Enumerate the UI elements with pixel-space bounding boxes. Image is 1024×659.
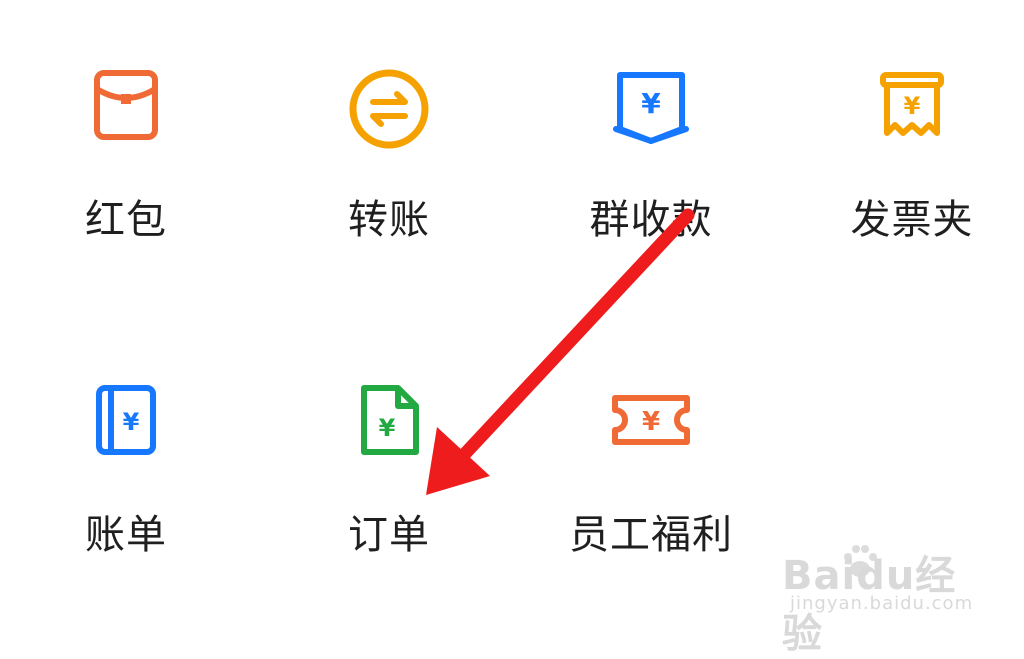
watermark-url: jingyan.baidu.com (790, 593, 974, 614)
grid-item-order[interactable]: ¥ 订单 (289, 370, 489, 570)
employee-benefit-icon: ¥ (609, 390, 693, 454)
watermark: Baidu经验 jingyan.baidu.com (782, 543, 974, 657)
grid-item-label: 群收款 (589, 197, 713, 243)
grid-item-invoice-folder[interactable]: ¥ 发票夹 (812, 55, 1012, 255)
grid-item-label: 账单 (85, 512, 167, 558)
grid-item-bill[interactable]: ¥ 账单 (26, 370, 226, 570)
svg-text:¥: ¥ (379, 414, 396, 442)
invoice-folder-icon: ¥ (877, 67, 947, 149)
group-collect-icon: ¥ (612, 69, 690, 149)
grid-item-label: 发票夹 (850, 197, 974, 243)
grid-item-transfer[interactable]: 转账 (289, 55, 489, 255)
order-icon: ¥ (356, 382, 422, 462)
svg-text:¥: ¥ (904, 92, 921, 120)
grid-item-label: 转账 (348, 197, 430, 243)
grid-item-red-packet[interactable]: 红包 (26, 55, 226, 255)
grid-item-group-collect[interactable]: ¥ 群收款 (551, 55, 751, 255)
svg-text:¥: ¥ (123, 408, 140, 436)
red-packet-icon (91, 67, 161, 147)
grid-item-label: 员工福利 (569, 512, 733, 558)
grid-item-employee-benefit[interactable]: ¥ 员工福利 (551, 370, 751, 570)
svg-text:¥: ¥ (641, 87, 661, 120)
transfer-icon (347, 67, 431, 155)
grid-item-label: 红包 (85, 197, 167, 243)
bill-icon: ¥ (93, 382, 159, 462)
svg-text:¥: ¥ (642, 407, 660, 437)
grid-item-label: 订单 (348, 512, 430, 558)
